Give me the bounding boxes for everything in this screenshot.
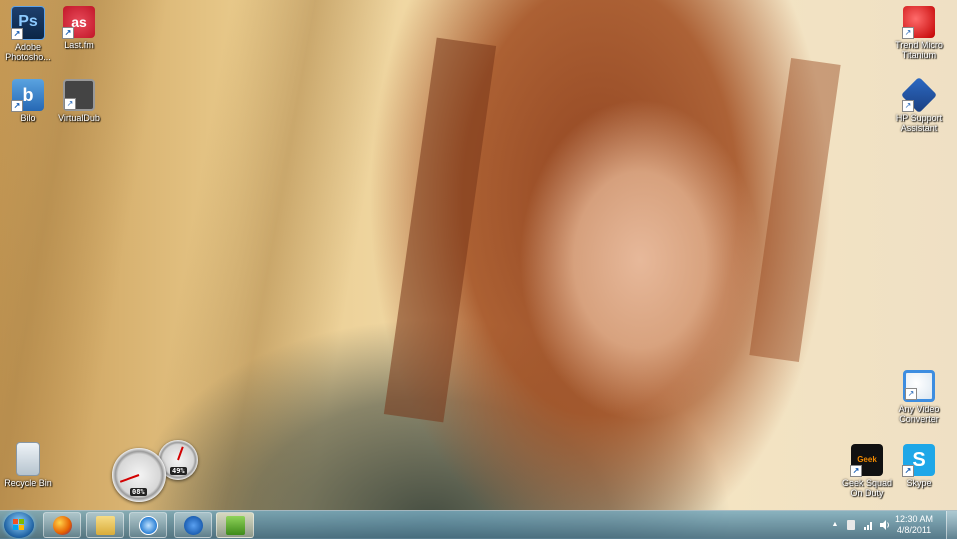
desktop-icon-any-video-converter[interactable]: ↗ Any Video Converter xyxy=(891,370,947,424)
virtualdub-icon: ↗ xyxy=(63,79,95,111)
taskbar-hp-button[interactable] xyxy=(174,512,212,538)
show-desktop-button[interactable] xyxy=(946,511,957,539)
desktop-icon-label: Last.fm xyxy=(64,40,94,50)
windows-logo-icon xyxy=(13,519,25,531)
desktop-icon-label: Skype xyxy=(906,478,932,488)
taskbar: ▲ 12:30 AM 4/8/2011 xyxy=(0,510,957,539)
desktop-icon-skype[interactable]: S ↗ Skype xyxy=(891,444,947,488)
show-hidden-icons-button[interactable]: ▲ xyxy=(830,520,840,530)
skype-icon: S ↗ xyxy=(902,444,935,477)
desktop-icon-label: Geek Squad On Duty xyxy=(841,478,893,498)
cpu-reading: 08% xyxy=(130,488,147,496)
taskbar-itunes-button[interactable] xyxy=(129,512,167,538)
bilo-icon: b ↗ xyxy=(11,79,44,112)
network-app-icon xyxy=(226,516,245,535)
memory-reading: 49% xyxy=(170,467,187,475)
lastfm-icon: as ↗ xyxy=(62,6,95,39)
cpu-gauge: 08% xyxy=(112,448,166,502)
hp-support-icon: ↗ xyxy=(900,76,938,114)
clock-date: 4/8/2011 xyxy=(896,525,932,535)
shortcut-arrow-icon: ↗ xyxy=(11,100,23,112)
shortcut-arrow-icon: ↗ xyxy=(11,28,23,40)
firefox-icon xyxy=(53,516,72,535)
desktop-icon-label: HP Support Assistant xyxy=(895,113,943,133)
memory-gauge-needle xyxy=(177,446,184,461)
cpu-gauge-needle xyxy=(119,474,140,483)
desktop-icon-bilo[interactable]: b ↗ Bilo xyxy=(0,79,56,123)
network-signal-icon[interactable] xyxy=(864,520,874,530)
geek-squad-icon: Geek ↗ xyxy=(850,444,883,477)
recycle-bin-icon xyxy=(16,442,40,476)
hp-icon xyxy=(184,516,203,535)
shortcut-arrow-icon: ↗ xyxy=(62,27,74,39)
itunes-icon xyxy=(139,516,158,535)
taskbar-clock[interactable]: 12:30 AM 4/8/2011 xyxy=(888,514,940,536)
trend-micro-icon: ↗ xyxy=(902,6,935,39)
desktop-icon-label: Adobe Photosho... xyxy=(5,42,51,62)
action-center-icon[interactable] xyxy=(847,520,855,530)
desktop-icon-label: Any Video Converter xyxy=(898,404,940,424)
desktop-icon-photoshop[interactable]: Ps ↗ Adobe Photosho... xyxy=(0,6,56,62)
video-converter-icon: ↗ xyxy=(903,370,935,402)
desktop-icon-label: VirtualDub xyxy=(58,113,100,123)
photoshop-icon: Ps ↗ xyxy=(11,6,45,40)
explorer-folder-icon xyxy=(96,516,115,535)
desktop-icon-trend-micro[interactable]: ↗ Trend Micro Titanium xyxy=(891,6,947,60)
shortcut-arrow-icon: ↗ xyxy=(902,100,914,112)
desktop-icon-recycle-bin[interactable]: Recycle Bin xyxy=(0,442,56,488)
shortcut-arrow-icon: ↗ xyxy=(902,27,914,39)
desktop-icon-label: Bilo xyxy=(20,113,36,123)
shortcut-arrow-icon: ↗ xyxy=(902,465,914,477)
taskbar-firefox-button[interactable] xyxy=(43,512,81,538)
desktop-icon-label: Trend Micro Titanium xyxy=(895,40,943,60)
desktop-icon-geek-squad[interactable]: Geek ↗ Geek Squad On Duty xyxy=(839,444,895,498)
shortcut-arrow-icon: ↗ xyxy=(850,465,862,477)
cpu-meter-gadget[interactable]: 49% 08% xyxy=(112,440,202,502)
desktop-icon-lastfm[interactable]: as ↗ Last.fm xyxy=(51,6,107,50)
desktop-icon-label: Recycle Bin xyxy=(4,478,52,488)
desktop-icon-virtualdub[interactable]: ↗ VirtualDub xyxy=(51,79,107,123)
shortcut-arrow-icon: ↗ xyxy=(905,388,917,400)
start-button[interactable] xyxy=(4,512,34,538)
taskbar-explorer-button[interactable] xyxy=(86,512,124,538)
shortcut-arrow-icon: ↗ xyxy=(64,98,76,110)
taskbar-network-app-button[interactable] xyxy=(216,512,254,538)
desktop-icon-hp-support[interactable]: ↗ HP Support Assistant xyxy=(891,76,947,133)
clock-time: 12:30 AM xyxy=(894,514,934,524)
